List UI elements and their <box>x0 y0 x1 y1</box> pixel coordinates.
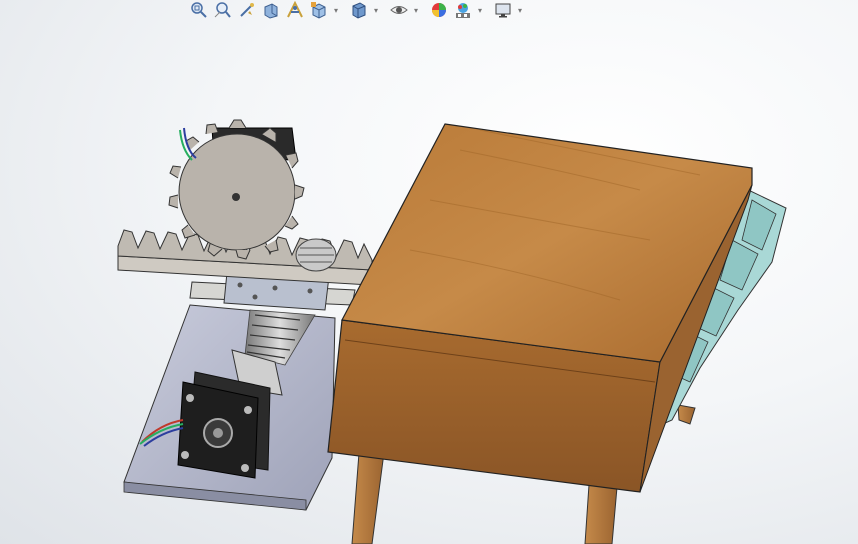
wooden-table[interactable] <box>327 123 787 544</box>
mesh-spring <box>295 238 337 272</box>
model-viewport[interactable] <box>0 0 858 544</box>
